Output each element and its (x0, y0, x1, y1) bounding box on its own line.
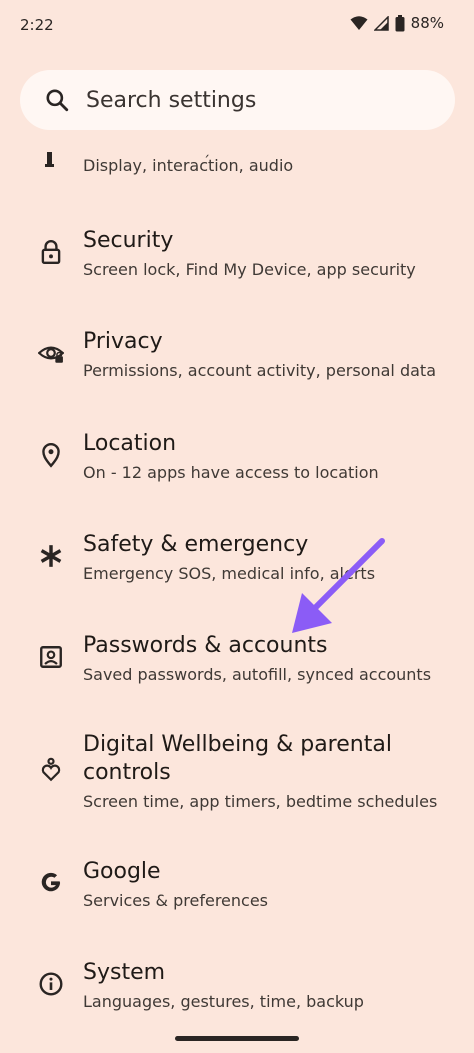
info-icon (39, 972, 63, 996)
wifi-icon (350, 16, 368, 30)
search-placeholder: Search settings (86, 87, 257, 113)
settings-item-location[interactable]: Location On - 12 apps have access to loc… (0, 428, 474, 498)
cellular-signal-icon (373, 15, 389, 31)
settings-item-subtitle: Display, interaction, audio (83, 156, 294, 175)
settings-item-privacy[interactable]: Privacy Permissions, account activity, p… (0, 326, 474, 396)
privacy-eye-icon (38, 346, 64, 363)
settings-item-subtitle: Permissions, account activity, personal … (83, 361, 436, 380)
status-icons: 88% (350, 14, 444, 32)
google-g-icon (41, 872, 61, 892)
status-time: 2:22 (20, 16, 54, 34)
account-box-icon (40, 646, 62, 668)
settings-item-system[interactable]: System Languages, gestures, time, backup (0, 957, 474, 1027)
gesture-nav-handle[interactable] (175, 1036, 299, 1041)
accessibility-icon (45, 152, 54, 167)
wellbeing-icon (41, 757, 61, 782)
settings-item-subtitle: Screen lock, Find My Device, app securit… (83, 260, 416, 279)
location-pin-icon (42, 443, 60, 468)
settings-item-subtitle: On - 12 apps have access to location (83, 463, 379, 482)
settings-item-title: Safety & emergency (83, 532, 309, 557)
battery-icon (395, 14, 405, 31)
search-bar[interactable]: Search settings (20, 70, 455, 130)
settings-item-security[interactable]: Security Screen lock, Find My Device, ap… (0, 225, 474, 295)
settings-item-subtitle: Services & preferences (83, 891, 269, 910)
lock-icon (41, 240, 61, 265)
asterisk-icon (40, 545, 62, 567)
settings-item-title: Location (83, 431, 177, 456)
battery-percent: 88% (410, 14, 444, 32)
annotation-arrow-icon (292, 538, 385, 633)
settings-item-subtitle: Saved passwords, autofill, synced accoun… (83, 665, 432, 684)
search-icon (46, 89, 69, 112)
settings-item-title: Privacy (83, 329, 163, 354)
settings-item-subtitle: Languages, gestures, time, backup (83, 992, 364, 1011)
settings-item-title: Security (83, 228, 174, 253)
status-bar: 2:22 88% (0, 0, 474, 52)
settings-item-title: Google (83, 859, 161, 884)
settings-item-passwords-accounts[interactable]: Passwords & accounts Saved passwords, au… (0, 630, 474, 700)
settings-item-title: Digital Wellbeing & parental controls (83, 732, 392, 785)
settings-item-digital-wellbeing[interactable]: Digital Wellbeing & parental controls Sc… (0, 729, 474, 819)
settings-item-accessibility[interactable]: ˏ Display, interaction, audio (0, 140, 474, 190)
settings-item-safety-emergency[interactable]: Safety & emergency Emergency SOS, medica… (0, 529, 474, 599)
settings-item-title: System (83, 960, 166, 985)
settings-item-google[interactable]: Google Services & preferences (0, 856, 474, 926)
settings-item-subtitle: Screen time, app timers, bedtime schedul… (83, 792, 438, 811)
